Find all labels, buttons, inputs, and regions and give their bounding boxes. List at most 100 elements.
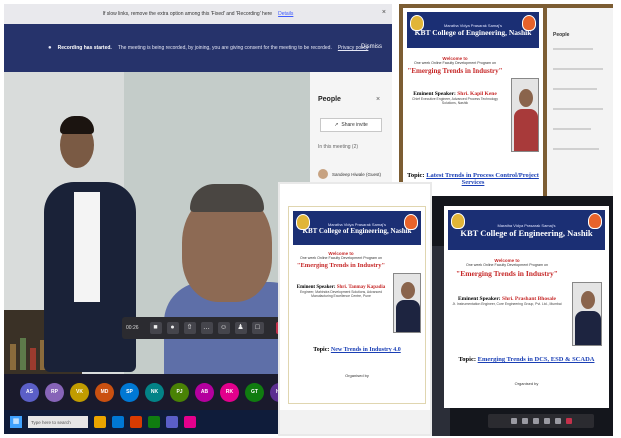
chat-icon[interactable]: □ bbox=[251, 322, 264, 334]
dismiss-button[interactable]: Dismiss bbox=[361, 44, 382, 50]
topic-label: Topic: bbox=[313, 347, 330, 353]
trust-logo-icon bbox=[522, 15, 536, 31]
organised-by: Organised by bbox=[345, 373, 369, 378]
recording-title: Recording has started. bbox=[57, 45, 112, 51]
poster-body: Welcome to One week Online Faculty Devel… bbox=[293, 251, 389, 298]
video-icon[interactable]: ■ bbox=[149, 322, 162, 334]
participant-tile[interactable]: MD bbox=[95, 382, 114, 402]
share-icon: ↗ bbox=[334, 122, 339, 128]
presenter-shirt bbox=[74, 192, 100, 302]
taskbar-app-icon[interactable] bbox=[166, 416, 178, 428]
trust-logo-icon bbox=[588, 213, 602, 229]
speaker-photo bbox=[511, 78, 539, 152]
panel-line bbox=[553, 88, 597, 90]
taskbar-search[interactable]: Type here to search bbox=[28, 416, 88, 428]
speaker-head bbox=[519, 89, 533, 107]
topic-text: New Trends in Industry 4.0 bbox=[330, 347, 401, 353]
presenter-hair bbox=[60, 116, 94, 134]
topic-text: Emerging Trends in DCS, ESD & SCADA bbox=[477, 356, 595, 363]
participants-section: In this meeting (2) bbox=[318, 144, 359, 150]
share-icon[interactable] bbox=[532, 418, 539, 424]
panel-line bbox=[553, 148, 599, 150]
info-bar: If slow links, remove the extra option a… bbox=[4, 4, 392, 24]
participant-tile[interactable]: PJ bbox=[170, 382, 189, 402]
poster: Maratha Vidya Prasarak Samaj's KBT Colle… bbox=[288, 206, 426, 404]
video-icon[interactable] bbox=[510, 418, 517, 424]
topic-label: Topic: bbox=[458, 356, 476, 363]
more-icon[interactable] bbox=[543, 418, 550, 424]
panel-line bbox=[553, 68, 603, 70]
participant-tile[interactable]: SP bbox=[120, 382, 139, 402]
book bbox=[10, 344, 16, 370]
speaker-body bbox=[396, 300, 420, 332]
participant-tile[interactable]: NK bbox=[145, 382, 164, 402]
participants-icon[interactable]: ♟ bbox=[234, 322, 247, 334]
speaker-head bbox=[581, 291, 595, 309]
close-icon[interactable]: × bbox=[376, 96, 380, 103]
panel-line bbox=[553, 108, 603, 110]
topic-block: Topic: New Trends in Industry 4.0 Organi… bbox=[293, 347, 421, 378]
poster-body: Welcome to One week Online Faculty Devel… bbox=[452, 258, 562, 306]
chat-icon[interactable] bbox=[554, 418, 561, 424]
side-panel-title: People bbox=[553, 32, 570, 38]
lock-icon: ● bbox=[48, 45, 52, 51]
info-bar-text: If slow links, remove the extra option a… bbox=[102, 11, 273, 17]
participant-row[interactable]: Sandeep Hiwale (Guest) bbox=[318, 168, 384, 180]
program-text: One week Online Faculty Development Prog… bbox=[465, 263, 549, 267]
participant-tile[interactable]: AB bbox=[195, 382, 214, 402]
college-name: KBT College of Engineering, Nashik bbox=[414, 28, 532, 37]
college-logo-icon bbox=[451, 213, 465, 229]
avatar bbox=[318, 169, 328, 179]
topic-line: Topic: New Trends in Industry 4.0 bbox=[293, 347, 421, 353]
side-panel: People bbox=[547, 8, 613, 222]
recording-banner: ● Recording has started. The meeting is … bbox=[4, 24, 392, 72]
participant-name: Sandeep Hiwale (Guest) bbox=[332, 171, 382, 177]
organised-by: Organised by bbox=[514, 381, 539, 386]
participant-tile[interactable]: VK bbox=[70, 382, 89, 402]
taskbar-app-icon[interactable] bbox=[184, 416, 196, 428]
participant-tile[interactable]: GT bbox=[245, 382, 264, 402]
topic-text: Latest Trends in Process Control/Project… bbox=[426, 172, 539, 186]
taskbar-app-icon[interactable] bbox=[112, 416, 124, 428]
speaker-affiliation: Jt. Instrumentation Engineer, Core Engin… bbox=[452, 302, 562, 306]
topic-line: Topic: Emerging Trends in DCS, ESD & SCA… bbox=[448, 356, 605, 363]
share-icon[interactable]: ⇧ bbox=[183, 322, 196, 334]
taskbar-app-icon[interactable] bbox=[148, 416, 160, 428]
speaker-affiliation: Engineer, Mahindra Development Solutions… bbox=[300, 290, 382, 298]
panel-line bbox=[553, 48, 593, 50]
mic-icon[interactable] bbox=[521, 418, 528, 424]
recording-text: The meeting is being recorded, by joinin… bbox=[117, 45, 332, 51]
mic-icon[interactable]: ● bbox=[166, 322, 179, 334]
speaker-body bbox=[514, 109, 538, 151]
program-text: One week Online Faculty Development Prog… bbox=[413, 61, 497, 65]
college-logo-icon bbox=[296, 214, 310, 230]
program-theme: "Emerging Trends in Industry" bbox=[407, 67, 503, 75]
participant-hair bbox=[190, 184, 264, 212]
speaker-head bbox=[401, 282, 415, 299]
footer-strip bbox=[280, 410, 430, 434]
topic-block: Topic: Emerging Trends in DCS, ESD & SCA… bbox=[448, 356, 605, 386]
participant-tile[interactable]: AS bbox=[20, 382, 39, 402]
phone-hangup-icon[interactable] bbox=[565, 418, 572, 424]
reactions-icon[interactable]: ☺ bbox=[217, 322, 230, 334]
participant-tile[interactable]: RK bbox=[220, 382, 239, 402]
trust-logo-icon bbox=[404, 214, 418, 230]
college-name: KBT College of Engineering, Nashik bbox=[302, 226, 412, 235]
book bbox=[20, 338, 26, 370]
windows-icon[interactable]: ▦ bbox=[10, 416, 22, 428]
share-invite-button[interactable]: ↗ Share invite bbox=[320, 118, 382, 132]
participant-tile[interactable]: RP bbox=[45, 382, 64, 402]
call-timer: 00:26 bbox=[126, 325, 139, 331]
poster-body: Welcome to One week Online Faculty Devel… bbox=[407, 56, 503, 105]
more-icon[interactable]: … bbox=[200, 322, 213, 334]
program-theme: "Emerging Trends in Industry" bbox=[456, 269, 558, 278]
collage: If slow links, remove the extra option a… bbox=[0, 0, 621, 438]
info-bar-link[interactable]: Details bbox=[278, 11, 293, 17]
program-text: One week Online Faculty Development Prog… bbox=[299, 256, 383, 260]
taskbar-app-icon[interactable] bbox=[94, 416, 106, 428]
close-icon[interactable]: × bbox=[382, 9, 386, 16]
taskbar-app-icon[interactable] bbox=[130, 416, 142, 428]
speaker-body bbox=[575, 311, 601, 345]
college-name: KBT College of Engineering, Nashik bbox=[460, 227, 593, 238]
call-controls bbox=[488, 414, 594, 428]
